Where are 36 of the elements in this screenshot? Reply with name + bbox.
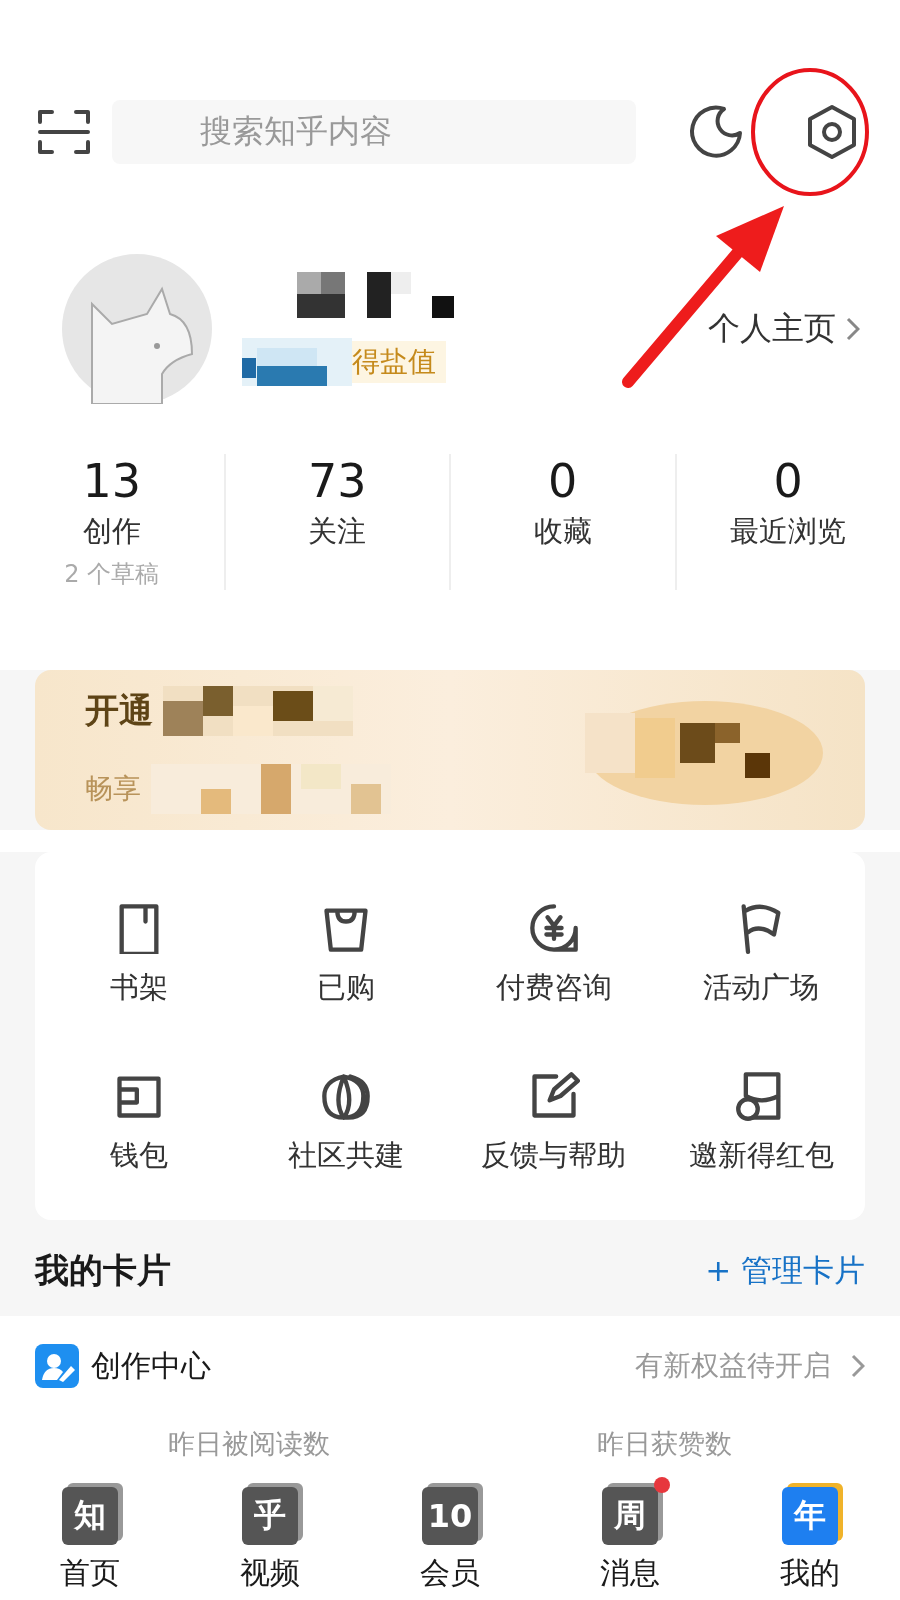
banner-subtitle: 畅享 <box>85 771 141 807</box>
yen-icon <box>527 902 580 954</box>
profile-link[interactable]: 个人主页 <box>708 307 860 351</box>
stat-count[interactable]: 0 <box>773 454 803 508</box>
shortcut-item[interactable]: 反馈与帮助 <box>450 1070 658 1176</box>
shortcut-item[interactable]: 活动广场 <box>657 902 865 1008</box>
tab[interactable]: 年 我的 <box>720 1480 900 1600</box>
shortcut-item[interactable]: 已购 <box>242 902 450 1008</box>
creator-icon <box>35 1344 79 1388</box>
stat-label[interactable]: 收藏 <box>533 512 592 552</box>
tab[interactable]: 知 首页 <box>0 1480 180 1600</box>
stat-label[interactable]: 关注 <box>308 512 367 552</box>
stat-count[interactable]: 73 <box>307 454 367 508</box>
stat-label[interactable]: 创作 <box>82 512 141 552</box>
tab[interactable]: 周 消息 <box>540 1480 720 1600</box>
stat-count[interactable]: 13 <box>82 454 141 508</box>
stat-count[interactable]: 0 <box>548 454 578 508</box>
section-title: 我的卡片 <box>35 1249 171 1292</box>
stat-label[interactable]: 最近浏览 <box>730 512 847 552</box>
metric-label: 昨日被阅读数 <box>168 1427 331 1461</box>
badge-label: 得盐值 <box>352 341 446 383</box>
manage-cards-link[interactable]: + 管理卡片 <box>705 1250 865 1292</box>
shortcut-item[interactable]: 付费咨询 <box>450 902 658 1008</box>
shortcut-item[interactable]: 钱包 <box>35 1070 243 1176</box>
shortcut-item[interactable]: 邀新得红包 <box>657 1070 865 1176</box>
tab[interactable]: 10 会员 <box>360 1480 540 1600</box>
tab[interactable]: 乎 视频 <box>180 1480 360 1600</box>
card-title[interactable]: 创作中心 <box>91 1345 211 1387</box>
draft-count: 2 个草稿 <box>64 559 160 590</box>
chevron-icon <box>846 317 860 341</box>
metric-label: 昨日获赞数 <box>596 1427 732 1461</box>
banner-title: 开通 <box>85 689 153 732</box>
shortcut-item[interactable]: 社区共建 <box>242 1070 450 1176</box>
chevron-icon <box>851 1354 865 1378</box>
vip-banner[interactable]: 开通 畅享 <box>35 670 865 830</box>
shortcut-item[interactable]: 书架 <box>35 902 243 1008</box>
